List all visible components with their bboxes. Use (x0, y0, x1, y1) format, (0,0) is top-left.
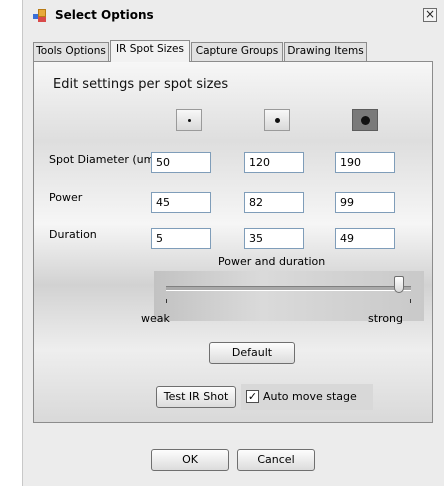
test-ir-shot-button[interactable]: Test IR Shot (156, 386, 236, 408)
small-spot-button[interactable] (176, 109, 202, 131)
slider-tick-min (166, 299, 167, 303)
large-spot-icon (361, 116, 370, 125)
spot-diameter-small-field[interactable] (151, 152, 211, 173)
tab-capture-groups[interactable]: Capture Groups (191, 42, 283, 61)
power-large-field[interactable] (335, 192, 395, 213)
auto-move-stage-label: Auto move stage (263, 390, 357, 403)
panel-heading: Edit settings per spot sizes (53, 77, 229, 92)
cancel-button[interactable]: Cancel (237, 449, 315, 471)
ok-button[interactable]: OK (151, 449, 229, 471)
title-bar: Select Options × (23, 0, 443, 32)
app-icon (33, 9, 47, 22)
duration-small-field[interactable] (151, 228, 211, 249)
duration-label: Duration (49, 228, 97, 241)
spot-diameter-medium-field[interactable] (244, 152, 304, 173)
slider-thumb[interactable] (393, 276, 404, 293)
auto-move-checkbox-box[interactable]: ✓ (246, 390, 259, 403)
power-medium-field[interactable] (244, 192, 304, 213)
large-spot-button[interactable] (352, 109, 378, 131)
power-duration-label: Power and duration (218, 255, 326, 268)
auto-move-stage-checkbox[interactable]: ✓ Auto move stage (241, 384, 373, 410)
tab-drawing-items[interactable]: Drawing Items (284, 42, 367, 61)
slider-tick-max (410, 299, 411, 303)
ir-spot-sizes-panel: Edit settings per spot sizes Spot Diamet… (33, 61, 433, 423)
spot-diameter-large-field[interactable] (335, 152, 395, 173)
power-label: Power (49, 191, 83, 204)
slider-max-label: strong (368, 312, 404, 325)
close-icon[interactable]: × (423, 8, 437, 22)
small-spot-icon (188, 119, 191, 122)
slider-track[interactable] (166, 286, 411, 291)
tab-tools-options[interactable]: Tools Options (33, 42, 109, 61)
power-small-field[interactable] (151, 192, 211, 213)
window-title: Select Options (55, 8, 154, 22)
duration-large-field[interactable] (335, 228, 395, 249)
medium-spot-button[interactable] (264, 109, 290, 131)
default-button[interactable]: Default (209, 342, 295, 364)
options-dialog: Select Options × Tools Options IR Spot S… (22, 0, 444, 486)
duration-medium-field[interactable] (244, 228, 304, 249)
slider-min-label: weak (141, 312, 170, 325)
tab-ir-spot-sizes[interactable]: IR Spot Sizes (110, 40, 190, 62)
spot-diameter-label: Spot Diameter (um) (49, 153, 159, 166)
medium-spot-icon (275, 118, 280, 123)
